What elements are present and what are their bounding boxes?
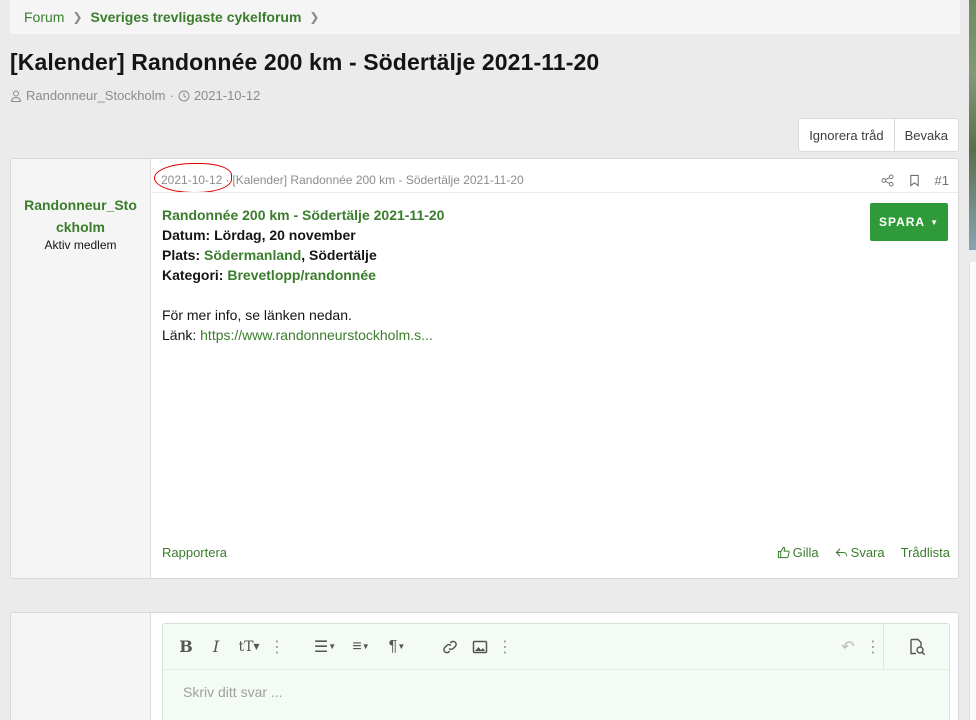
plats-label: Plats: — [162, 247, 201, 263]
like-label: Gilla — [792, 545, 819, 560]
post-thread-title: [Kalender] Randonnée 200 km - Södertälje… — [232, 173, 524, 187]
editor-toolbar: B I tT ▼ ⋮ ☰ ▼ ≡ ▼ ¶ ▼ ⋮ ↶ ⋮ — [163, 624, 949, 670]
thread-date[interactable]: 2021-10-12 — [194, 88, 261, 103]
like-button[interactable]: Gilla — [777, 545, 819, 560]
breadcrumb: Forum ❯ Sveriges trevligaste cykelforum … — [10, 0, 960, 34]
reply-input[interactable]: Skriv ditt svar ... — [163, 670, 949, 714]
reply-icon — [835, 548, 847, 557]
reply-editor: B I tT ▼ ⋮ ☰ ▼ ≡ ▼ ¶ ▼ ⋮ ↶ ⋮ Skriv ditt … — [162, 623, 950, 720]
side-panel-edge — [969, 262, 976, 720]
bold-icon[interactable]: B — [171, 632, 201, 662]
report-link[interactable]: Rapportera — [162, 545, 227, 560]
more-options-icon[interactable]: ⋮ — [495, 632, 515, 662]
paragraph-icon[interactable]: ¶ ▼ — [379, 632, 415, 662]
thread-author[interactable]: Randonneur_Stockholm — [26, 88, 165, 103]
thread-actions: Ignorera tråd Bevaka — [798, 118, 959, 152]
italic-icon[interactable]: I — [201, 632, 231, 662]
clock-icon — [178, 90, 190, 101]
thumbs-up-icon — [777, 546, 790, 559]
image-icon[interactable] — [465, 632, 495, 662]
plats-rest: , Södertälje — [301, 247, 377, 263]
post-content: Randonnée 200 km - Södertälje 2021-11-20… — [162, 205, 444, 345]
background-image-edge — [969, 0, 976, 250]
save-button[interactable]: SPARA ▼ — [870, 203, 948, 241]
post-user-panel: Randonneur_Stockholm Aktiv medlem — [11, 159, 151, 578]
caret-down-icon: ▼ — [930, 217, 940, 227]
post: Randonneur_Stockholm Aktiv medlem 2021-1… — [10, 158, 959, 579]
header-divider — [152, 192, 958, 193]
more-options-icon[interactable]: ⋮ — [863, 632, 883, 662]
post-username[interactable]: Randonneur_Stockholm — [11, 194, 150, 238]
threadlist-link[interactable]: Trådlista — [901, 545, 950, 560]
chevron-right-icon: ❯ — [309, 10, 320, 24]
share-icon[interactable] — [880, 173, 894, 187]
datum-label: Datum: — [162, 227, 211, 243]
post-date[interactable]: 2021-10-12 — [154, 163, 232, 193]
meta-separator: · — [169, 88, 174, 103]
page-title: [Kalender] Randonnée 200 km - Södertälje… — [10, 49, 600, 75]
external-link[interactable]: https://www.randonneurstockholm.s... — [200, 327, 433, 343]
user-icon — [10, 90, 22, 102]
watch-thread-button[interactable]: Bevaka — [893, 119, 958, 151]
datum-value: Lördag, 20 november — [214, 227, 356, 243]
reply-user-panel — [11, 613, 151, 720]
plats-link[interactable]: Södermanland — [204, 247, 301, 263]
more-options-icon[interactable]: ⋮ — [267, 632, 287, 662]
save-button-label: SPARA — [878, 215, 926, 229]
preview-icon — [909, 638, 925, 656]
preview-button[interactable] — [883, 624, 949, 670]
post-footer: Rapportera Gilla Svara Trådlista — [162, 545, 950, 560]
event-title-link[interactable]: Randonnée 200 km - Södertälje 2021-11-20 — [162, 207, 444, 223]
text-size-icon[interactable]: tT ▼ — [231, 632, 267, 662]
ignore-thread-button[interactable]: Ignorera tråd — [799, 119, 893, 151]
thread-meta: Randonneur_Stockholm · 2021-10-12 — [10, 88, 260, 103]
info-text: För mer info, se länken nedan. — [162, 307, 352, 323]
breadcrumb-forum[interactable]: Forum — [24, 9, 64, 25]
reply-button[interactable]: Svara — [835, 545, 885, 560]
kategori-link[interactable]: Brevetlopp/randonnée — [227, 267, 376, 283]
list-icon[interactable]: ☰ ▼ — [307, 632, 343, 662]
align-icon[interactable]: ≡ ▼ — [343, 632, 379, 662]
link-icon[interactable] — [435, 632, 465, 662]
annotation-circle — [154, 163, 232, 193]
user-title: Aktiv medlem — [44, 238, 117, 252]
chevron-right-icon: ❯ — [72, 10, 83, 24]
bookmark-icon[interactable] — [908, 174, 921, 187]
post-number[interactable]: #1 — [935, 173, 949, 188]
post-header: 2021-10-12 · [Kalender] Randonnée 200 km… — [154, 163, 949, 193]
breadcrumb-subforum[interactable]: Sveriges trevligaste cykelforum — [91, 9, 302, 25]
link-label: Länk: — [162, 327, 197, 343]
reply-box: B I tT ▼ ⋮ ☰ ▼ ≡ ▼ ¶ ▼ ⋮ ↶ ⋮ Skriv ditt … — [10, 612, 959, 720]
kategori-label: Kategori: — [162, 267, 224, 283]
reply-label: Svara — [850, 545, 885, 560]
undo-icon[interactable]: ↶ — [833, 632, 863, 662]
